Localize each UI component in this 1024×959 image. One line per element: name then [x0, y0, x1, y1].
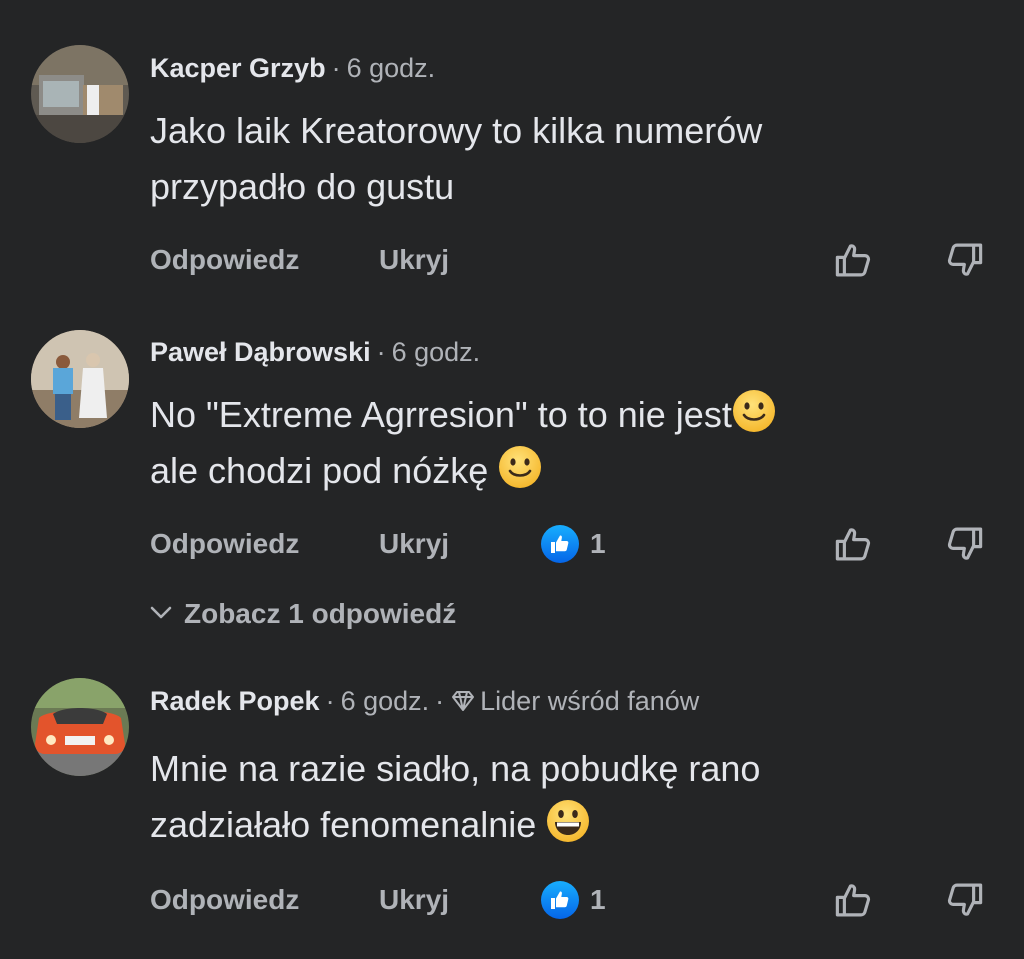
- comment: Radek Popek · 6 godz. · Lider wśród fanów Mn…: [0, 0, 1024, 959]
- like-reaction-icon: [540, 880, 580, 920]
- diamond-icon: [452, 691, 475, 711]
- grinning-face-icon: [546, 799, 590, 843]
- thumb-up-icon[interactable]: [833, 879, 875, 921]
- comment-text-line: zadziałało fenomenalnie: [150, 804, 537, 845]
- reaction-summary[interactable]: 1: [540, 880, 606, 920]
- fan-badge[interactable]: Lider wśród fanów: [480, 686, 699, 716]
- avatar[interactable]: [31, 678, 129, 776]
- thumb-down-icon[interactable]: [943, 879, 985, 921]
- separator: ·: [435, 686, 445, 716]
- separator: ·: [325, 686, 335, 716]
- reply-button[interactable]: Odpowiedz: [150, 880, 299, 920]
- comment-text: Mnie na razie siadło, na pobudkę rano za…: [150, 741, 970, 853]
- timestamp[interactable]: 6 godz.: [341, 686, 430, 716]
- reaction-count: 1: [590, 884, 606, 915]
- author-name[interactable]: Radek Popek: [150, 686, 320, 716]
- comment-text-line: Mnie na razie siadło, na pobudkę rano: [150, 748, 761, 789]
- comment-header: Radek Popek · 6 godz. · Lider wśród fanów: [150, 684, 699, 718]
- hide-button[interactable]: Ukryj: [379, 880, 449, 920]
